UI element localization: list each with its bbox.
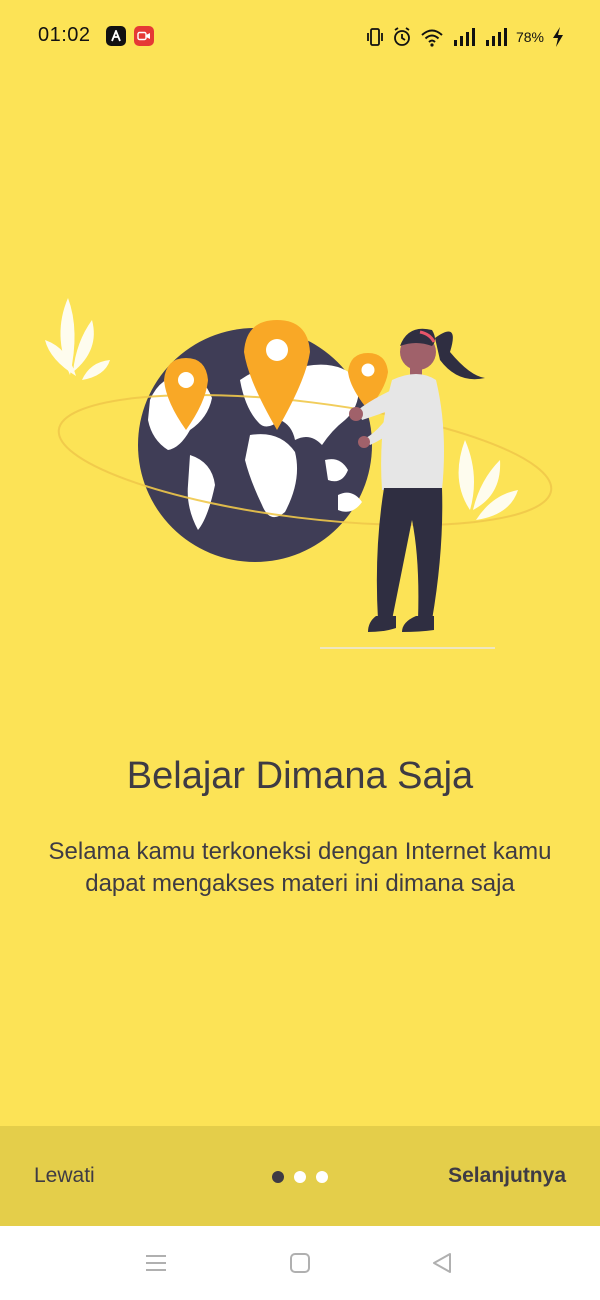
vibrate-icon bbox=[367, 28, 383, 46]
battery-level: 78% bbox=[515, 29, 544, 45]
onboarding-screen: 01:02 78% Belajar Dimana Saja Selama kam… bbox=[0, 0, 600, 1300]
onboarding-controls: Lewati Selanjutnya bbox=[0, 1126, 600, 1226]
status-icons: 78% bbox=[366, 24, 564, 50]
home-icon[interactable] bbox=[287, 1250, 313, 1276]
page-dot-active[interactable] bbox=[272, 1171, 284, 1183]
leaf-decoration-left bbox=[45, 298, 110, 380]
app-notification-icon bbox=[106, 26, 126, 46]
page-indicator bbox=[272, 1171, 328, 1183]
signal-icon bbox=[485, 28, 507, 46]
video-notification-icon bbox=[134, 26, 154, 46]
signal-icon bbox=[453, 28, 475, 46]
onboarding-title: Belajar Dimana Saja bbox=[126, 755, 474, 797]
menu-icon[interactable] bbox=[143, 1250, 169, 1276]
system-nav-bar bbox=[0, 1226, 600, 1300]
travel-globe-illustration bbox=[45, 298, 553, 649]
page-dot[interactable] bbox=[294, 1171, 306, 1183]
back-icon[interactable] bbox=[429, 1250, 455, 1276]
page-dot[interactable] bbox=[316, 1171, 328, 1183]
alarm-icon bbox=[394, 27, 410, 46]
skip-button[interactable]: Lewati bbox=[34, 1164, 95, 1188]
onboarding-description: Selama kamu terkoneksi dengan Internet k… bbox=[48, 838, 552, 897]
charging-icon bbox=[553, 27, 563, 47]
status-bar: 01:02 78% bbox=[0, 0, 600, 72]
wifi-icon bbox=[421, 29, 443, 47]
next-button[interactable]: Selanjutnya bbox=[448, 1164, 566, 1188]
status-time: 01:02 bbox=[38, 24, 91, 46]
